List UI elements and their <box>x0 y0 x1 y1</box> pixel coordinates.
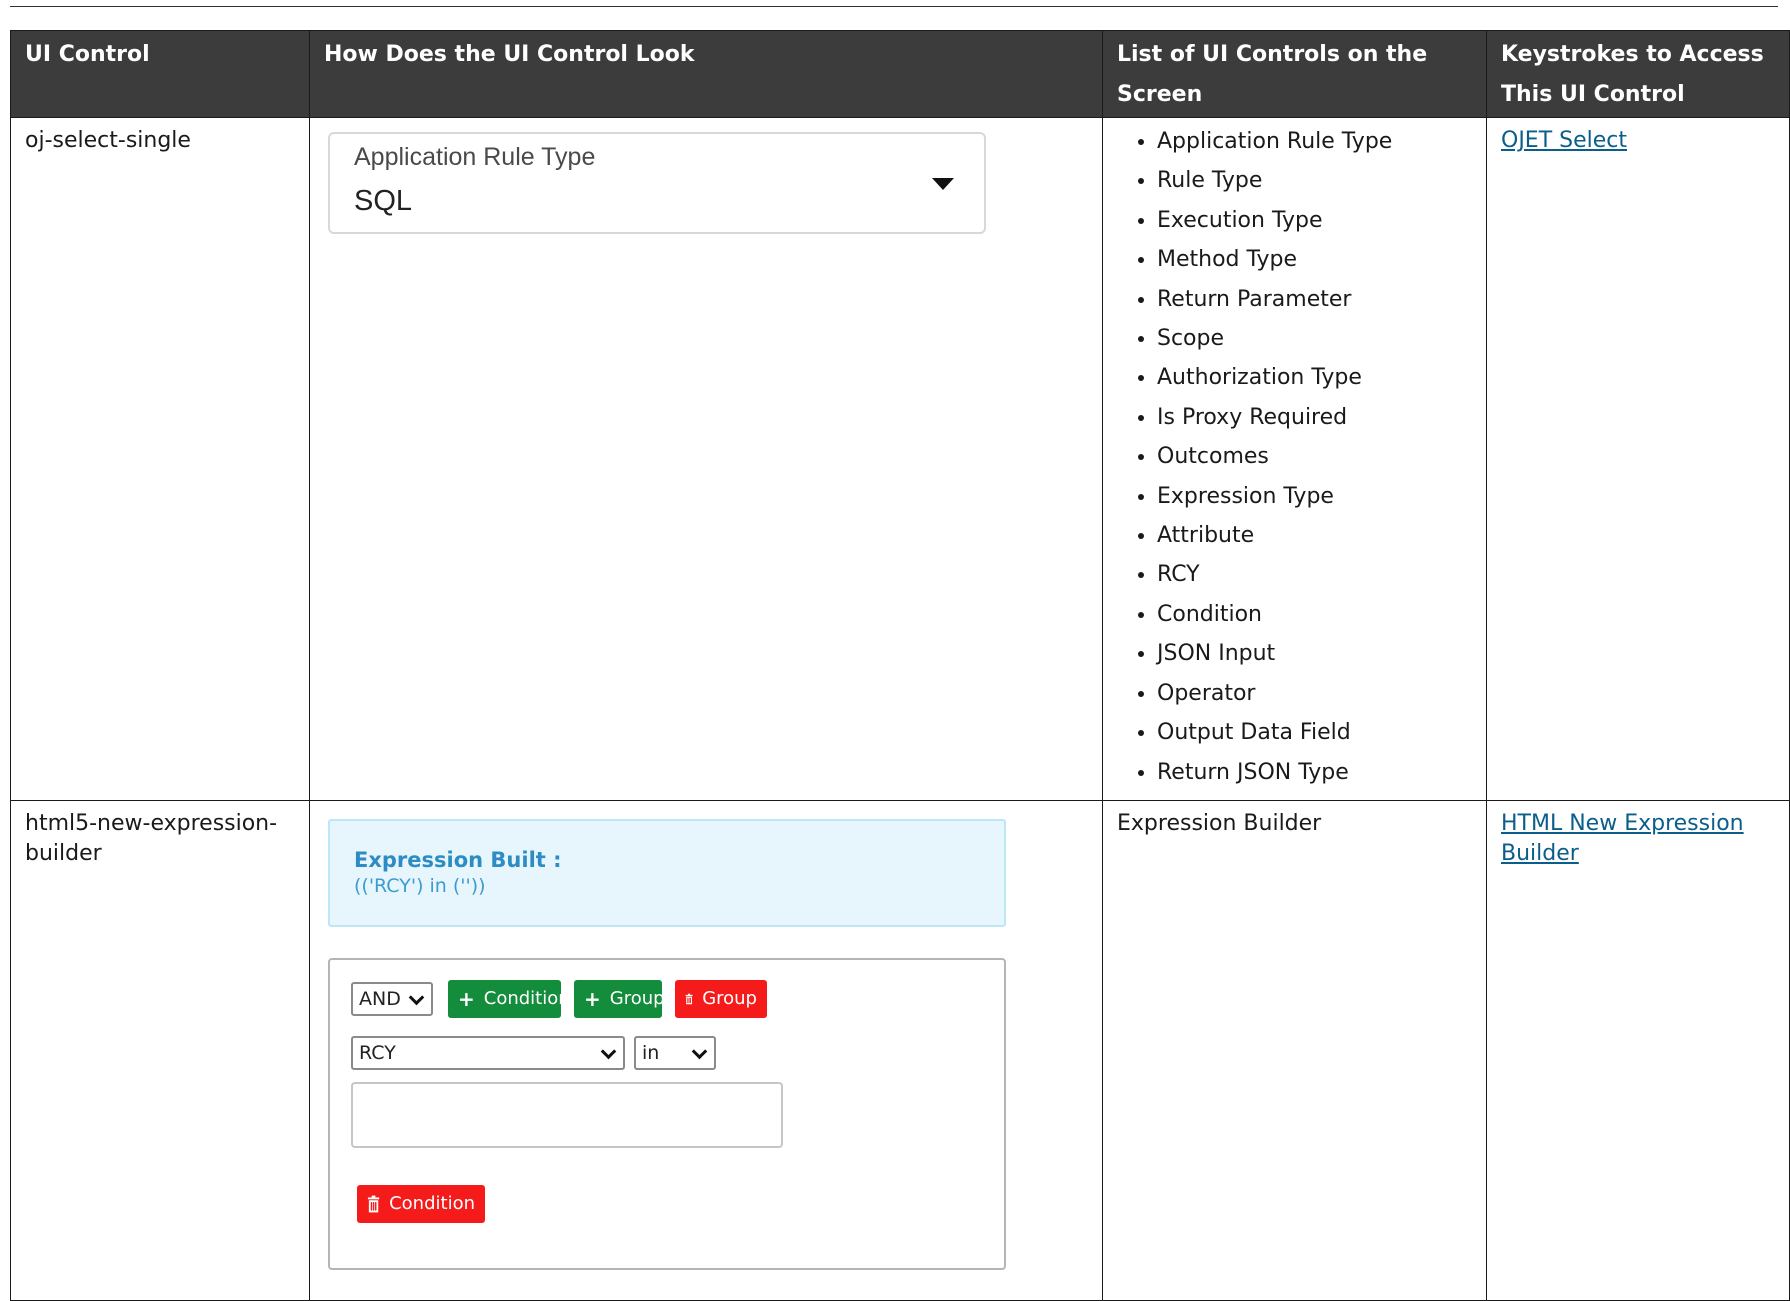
list-item: Return Parameter <box>1157 280 1472 319</box>
list-item: Application Rule Type <box>1157 122 1472 161</box>
header-how-it-looks: How Does the UI Control Look <box>309 30 1103 118</box>
ui-controls-table: UI Control How Does the UI Control Look … <box>10 30 1790 1301</box>
delete-condition-label: Condition <box>389 1192 475 1214</box>
top-rule <box>10 6 1778 7</box>
caret-down-icon <box>932 178 954 190</box>
table-row: html5-new-expression-builder Expression … <box>10 799 1790 1301</box>
list-item: Attribute <box>1157 516 1472 555</box>
expression-builder-panel: AND + Condition + Group Group RCY in Con… <box>328 957 1006 1270</box>
list-item: Rule Type <box>1157 161 1472 200</box>
trash-icon <box>367 1195 380 1213</box>
field-select-value: RCY <box>359 1041 396 1064</box>
logic-select[interactable]: AND <box>351 981 433 1016</box>
list-item: RCY <box>1157 555 1472 594</box>
list-item: Expression Type <box>1157 477 1472 516</box>
logic-select-value: AND <box>359 987 401 1010</box>
list-item: JSON Input <box>1157 634 1472 673</box>
table-row: oj-select-single Application Rule Type S… <box>10 117 1790 801</box>
delete-group-label: Group <box>702 987 757 1009</box>
chevron-down-icon <box>600 1043 617 1060</box>
delete-group-button[interactable]: Group <box>675 979 767 1018</box>
html-expression-builder-link[interactable]: HTML New Expression Builder <box>1501 811 1744 866</box>
field-select[interactable]: RCY <box>351 1035 625 1070</box>
list-item: Output Data Field <box>1157 713 1472 752</box>
controls-list-cell: Application Rule Type Rule Type Executio… <box>1102 117 1487 801</box>
header-keystrokes: Keystrokes to Access This UI Control <box>1486 30 1790 118</box>
list-item: Return JSON Type <box>1157 753 1472 792</box>
control-preview: Expression Built : (('RCY') in ('')) AND… <box>309 799 1103 1301</box>
list-item: Scope <box>1157 319 1472 358</box>
delete-condition-button[interactable]: Condition <box>357 1184 485 1223</box>
list-item: Authorization Type <box>1157 358 1472 397</box>
controls-list-cell: Expression Builder <box>1102 799 1487 1301</box>
plus-icon: + <box>584 986 601 1011</box>
add-condition-button[interactable]: + Condition <box>448 979 570 1018</box>
add-group-label: Group <box>609 987 665 1009</box>
header-ui-control: UI Control <box>10 30 310 118</box>
list-item: Method Type <box>1157 240 1472 279</box>
list-item: Execution Type <box>1157 201 1472 240</box>
expression-title: Expression Built : <box>354 847 562 872</box>
expression-text: (('RCY') in ('')) <box>354 874 486 897</box>
list-item: Is Proxy Required <box>1157 398 1472 437</box>
list-item: Condition <box>1157 595 1472 634</box>
control-name: html5-new-expression-builder <box>10 799 310 1301</box>
add-group-button[interactable]: + Group <box>574 979 665 1018</box>
operator-select[interactable]: in <box>634 1035 716 1070</box>
header-controls-list: List of UI Controls on the Screen <box>1102 30 1487 118</box>
oj-select-preview[interactable]: Application Rule Type SQL <box>328 132 986 234</box>
ojet-select-link[interactable]: OJET Select <box>1501 128 1627 153</box>
operator-select-value: in <box>642 1041 660 1064</box>
control-name: oj-select-single <box>10 117 310 801</box>
condition-value-input[interactable] <box>351 1081 783 1148</box>
trash-icon <box>685 993 693 1005</box>
keystroke-cell: HTML New Expression Builder <box>1486 799 1790 1301</box>
select-value: SQL <box>354 185 413 217</box>
list-item: Outcomes <box>1157 437 1472 476</box>
control-preview: Application Rule Type SQL <box>309 117 1103 801</box>
chevron-down-icon <box>408 989 425 1006</box>
chevron-down-icon <box>691 1043 708 1060</box>
expression-built-panel: Expression Built : (('RCY') in ('')) <box>328 818 1006 927</box>
list-item: Operator <box>1157 674 1472 713</box>
header-row: UI Control How Does the UI Control Look … <box>10 30 1790 118</box>
add-condition-label: Condition <box>483 987 570 1009</box>
controls-list: Application Rule Type Rule Type Executio… <box>1115 122 1472 792</box>
keystroke-cell: OJET Select <box>1486 117 1790 801</box>
plus-icon: + <box>458 986 475 1011</box>
select-label: Application Rule Type <box>354 143 596 171</box>
